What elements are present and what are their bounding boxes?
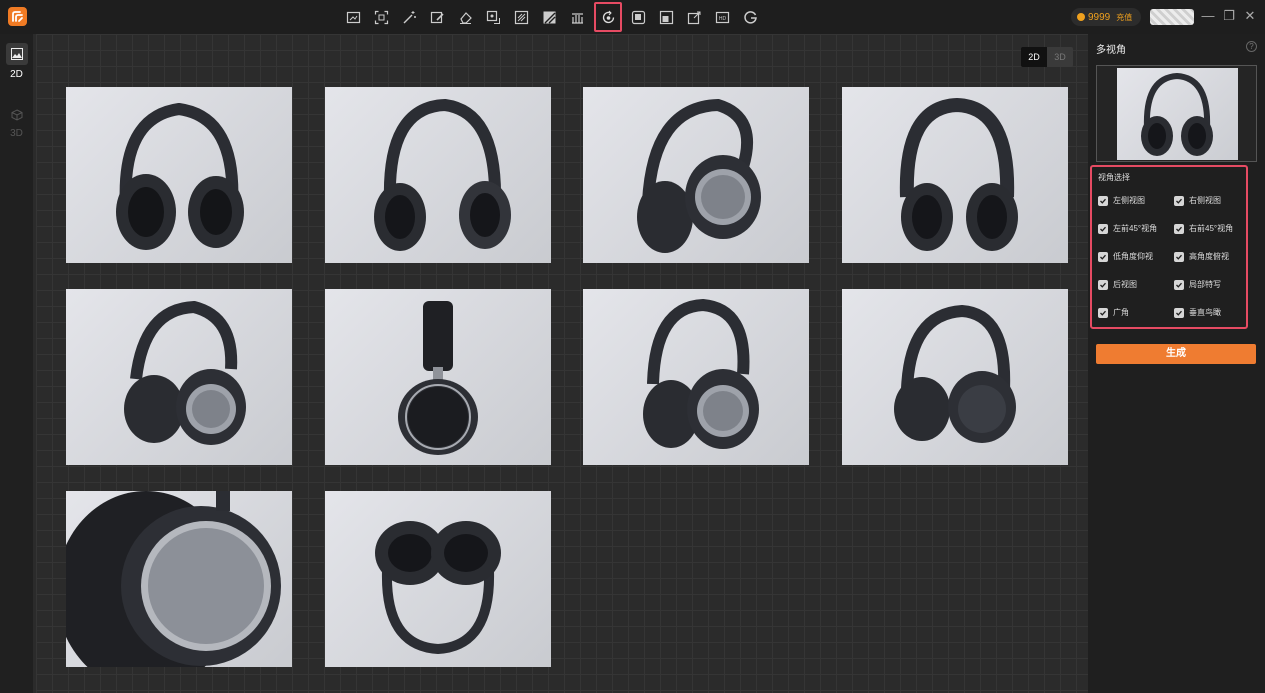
help-icon[interactable]: ? (1246, 41, 1257, 52)
cube-icon (6, 104, 28, 126)
checkbox-checked-icon[interactable] (1098, 195, 1108, 206)
result-image-4[interactable] (842, 87, 1068, 263)
view-mode-toggle: 2D 3D (1021, 47, 1073, 67)
coin-value: 9999 (1088, 11, 1111, 23)
option-label: 低角度仰视 (1113, 252, 1153, 261)
g-logo-icon[interactable] (739, 3, 762, 31)
hd-upscale-icon[interactable]: HD (711, 3, 734, 31)
texture-icon[interactable] (510, 3, 533, 31)
checkbox-checked-icon[interactable] (1174, 251, 1184, 262)
option-left-view[interactable]: 左侧视图 (1098, 195, 1145, 206)
coin-balance[interactable]: 9999 充值 (1071, 8, 1141, 26)
sidebar-item-3d[interactable]: 3D (3, 104, 30, 139)
image-export-icon[interactable] (683, 3, 706, 31)
image-expand-icon[interactable] (342, 3, 365, 31)
checkbox-checked-icon[interactable] (1098, 279, 1108, 290)
sidebar-item-label: 2D (10, 69, 23, 80)
option-label: 右前45°视角 (1189, 224, 1234, 233)
result-image-3[interactable] (583, 87, 809, 263)
multi-view-rotate-icon[interactable] (594, 2, 622, 32)
option-high-angle[interactable]: 高角度俯视 (1174, 251, 1229, 262)
result-image-10[interactable] (325, 491, 551, 667)
result-image-8[interactable] (842, 289, 1068, 465)
tool-group: HD (342, 2, 762, 32)
user-avatar[interactable] (1150, 9, 1194, 25)
option-wide-angle[interactable]: 广角 (1098, 307, 1129, 318)
option-label: 左前45°视角 (1113, 224, 1158, 233)
option-label: 广角 (1113, 308, 1129, 317)
layer-copy-icon[interactable] (627, 3, 650, 31)
coin-icon (1077, 13, 1085, 21)
stripe-icon[interactable] (538, 3, 561, 31)
lineup-icon[interactable] (566, 3, 589, 31)
recharge-link[interactable]: 充值 (1116, 12, 1132, 23)
close-icon[interactable]: ✕ (1243, 9, 1257, 23)
eraser-icon[interactable] (454, 3, 477, 31)
option-label: 高角度俯视 (1189, 252, 1229, 261)
crop-square-icon[interactable] (655, 3, 678, 31)
image-edit-icon[interactable] (426, 3, 449, 31)
result-image-9[interactable] (66, 491, 292, 667)
source-preview[interactable] (1096, 65, 1257, 162)
option-label: 垂直鸟瞰 (1189, 308, 1221, 317)
right-panel: 多视角 ? 视角选择 左侧视图 右侧视图 左前45°视角 右前45°视角 低角度… (1088, 34, 1265, 693)
app-logo-icon (8, 7, 27, 26)
left-sidebar: 2D 3D (0, 34, 33, 693)
top-toolbar: HD 9999 充值 — ❐ ✕ (0, 0, 1265, 34)
magic-wand-icon[interactable] (398, 3, 421, 31)
image-replace-icon[interactable] (482, 3, 505, 31)
option-birds-eye[interactable]: 垂直鸟瞰 (1174, 307, 1221, 318)
option-label: 左侧视图 (1113, 196, 1145, 205)
angle-selection: 视角选择 左侧视图 右侧视图 左前45°视角 右前45°视角 低角度仰视 高角度… (1090, 165, 1248, 329)
mode-2d-button[interactable]: 2D (1021, 47, 1047, 67)
result-image-1[interactable] (66, 87, 292, 263)
result-image-7[interactable] (583, 289, 809, 465)
checkbox-checked-icon[interactable] (1174, 195, 1184, 206)
checkbox-checked-icon[interactable] (1098, 251, 1108, 262)
option-closeup[interactable]: 局部特写 (1174, 279, 1221, 290)
preview-image (1117, 68, 1238, 160)
image-icon (5, 43, 28, 65)
checkbox-checked-icon[interactable] (1098, 307, 1108, 318)
option-low-angle[interactable]: 低角度仰视 (1098, 251, 1153, 262)
generate-button[interactable]: 生成 (1096, 344, 1256, 364)
option-label: 右侧视图 (1189, 196, 1221, 205)
angle-section-title: 视角选择 (1098, 173, 1130, 182)
checkbox-checked-icon[interactable] (1174, 307, 1184, 318)
checkbox-checked-icon[interactable] (1174, 279, 1184, 290)
option-right-45[interactable]: 右前45°视角 (1174, 223, 1233, 234)
result-image-2[interactable] (325, 87, 551, 263)
minimize-icon[interactable]: — (1201, 9, 1215, 23)
sidebar-item-2d[interactable]: 2D (3, 43, 30, 80)
svg-text:HD: HD (719, 16, 727, 22)
option-right-view[interactable]: 右侧视图 (1174, 195, 1221, 206)
result-image-6[interactable] (325, 289, 551, 465)
sidebar-item-label: 3D (10, 128, 23, 139)
option-back-view[interactable]: 后视图 (1098, 279, 1137, 290)
canvas-area[interactable]: 2D 3D ‹ (36, 34, 1118, 693)
option-label: 后视图 (1113, 280, 1137, 289)
result-image-5[interactable] (66, 289, 292, 465)
checkbox-checked-icon[interactable] (1098, 223, 1108, 234)
panel-title: 多视角 (1096, 45, 1126, 56)
scan-frame-icon[interactable] (370, 3, 393, 31)
checkbox-checked-icon[interactable] (1174, 223, 1184, 234)
option-label: 局部特写 (1189, 280, 1221, 289)
mode-3d-button[interactable]: 3D (1047, 47, 1073, 67)
restore-icon[interactable]: ❐ (1222, 9, 1236, 23)
option-left-45[interactable]: 左前45°视角 (1098, 223, 1157, 234)
